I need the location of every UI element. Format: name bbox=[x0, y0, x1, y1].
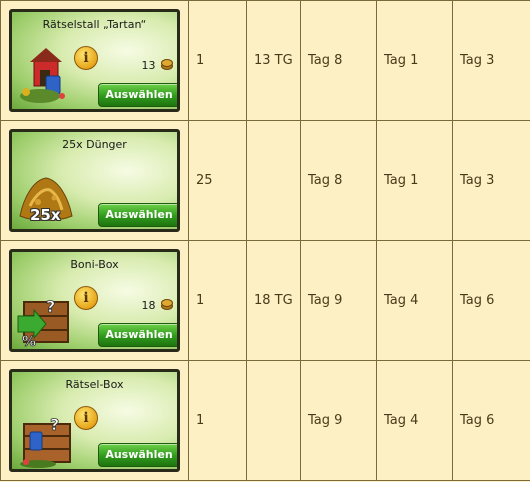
coin-icon bbox=[161, 299, 173, 310]
item-card-cell: Boni-Box ? % i 18 Auswählen bbox=[0, 240, 189, 361]
cost-cell: 13 TG bbox=[246, 0, 301, 121]
card-title: 25x Dünger bbox=[62, 138, 127, 151]
item-card-bonus-box: Boni-Box ? % i 18 Auswählen bbox=[9, 249, 180, 352]
select-button[interactable]: Auswählen bbox=[98, 83, 177, 107]
card-title: Boni-Box bbox=[70, 258, 119, 271]
cost-cell bbox=[246, 360, 301, 481]
item-card-fertilizer: 25x Dünger 25x Auswählen bbox=[9, 129, 180, 232]
card-title: Rätselstall „Tartan“ bbox=[42, 18, 147, 31]
quantity-cell: 1 bbox=[188, 360, 247, 481]
table-row: 25x Dünger 25x Auswählen 25 Tag 8 Tag 1 … bbox=[0, 120, 530, 241]
day-cell: Tag 8 bbox=[300, 0, 377, 121]
puzzle-box-icon: ? bbox=[20, 415, 71, 468]
svg-text:%: % bbox=[22, 334, 36, 348]
quantity-overlay: 25x bbox=[30, 206, 61, 224]
table-row: Rätselstall „Tartan“ i 13 Auswählen 1 13… bbox=[0, 0, 530, 121]
day-cell: Tag 9 bbox=[300, 360, 377, 481]
day-cell: Tag 6 bbox=[452, 240, 530, 361]
item-card-puzzle-box: Rätsel-Box ? i Auswählen bbox=[9, 369, 180, 472]
day-cell: Tag 4 bbox=[376, 360, 453, 481]
item-card-cell: 25x Dünger 25x Auswählen bbox=[0, 120, 189, 241]
select-button[interactable]: Auswählen bbox=[98, 203, 177, 227]
info-icon[interactable]: i bbox=[74, 46, 98, 70]
info-icon[interactable]: i bbox=[74, 286, 98, 310]
item-card-tartan: Rätselstall „Tartan“ i 13 Auswählen bbox=[9, 9, 180, 112]
day-cell: Tag 8 bbox=[300, 120, 377, 241]
info-icon[interactable]: i bbox=[74, 406, 98, 430]
day-cell: Tag 3 bbox=[452, 0, 530, 121]
price-value: 18 bbox=[141, 299, 156, 312]
item-card-cell: Rätsel-Box ? i Auswählen bbox=[0, 360, 189, 481]
tartan-stable-icon bbox=[20, 48, 65, 103]
cost-cell bbox=[246, 120, 301, 241]
coin-icon bbox=[161, 59, 173, 70]
quantity-cell: 25 bbox=[188, 120, 247, 241]
day-cell: Tag 6 bbox=[452, 360, 530, 481]
day-cell: Tag 1 bbox=[376, 120, 453, 241]
svg-text:?: ? bbox=[50, 415, 59, 434]
price-value: 13 bbox=[141, 59, 156, 72]
cost-cell: 18 TG bbox=[246, 240, 301, 361]
price-label: 18 bbox=[141, 299, 173, 312]
day-cell: Tag 4 bbox=[376, 240, 453, 361]
svg-text:?: ? bbox=[46, 297, 55, 316]
price-label: 13 bbox=[141, 59, 173, 72]
quantity-cell: 1 bbox=[188, 240, 247, 361]
day-cell: Tag 1 bbox=[376, 0, 453, 121]
day-cell: Tag 3 bbox=[452, 120, 530, 241]
select-button[interactable]: Auswählen bbox=[98, 443, 177, 467]
table-row: Boni-Box ? % i 18 Auswählen 1 18 TG Tag … bbox=[0, 240, 530, 361]
item-card-cell: Rätselstall „Tartan“ i 13 Auswählen bbox=[0, 0, 189, 121]
quantity-cell: 1 bbox=[188, 0, 247, 121]
select-button[interactable]: Auswählen bbox=[98, 323, 177, 347]
reward-table: Rätselstall „Tartan“ i 13 Auswählen 1 13… bbox=[0, 0, 530, 481]
table-row: Rätsel-Box ? i Auswählen 1 Tag 9 Tag 4 T… bbox=[0, 360, 530, 481]
bonus-box-icon: ? % bbox=[17, 297, 69, 348]
card-title: Rätsel-Box bbox=[65, 378, 124, 391]
day-cell: Tag 9 bbox=[300, 240, 377, 361]
